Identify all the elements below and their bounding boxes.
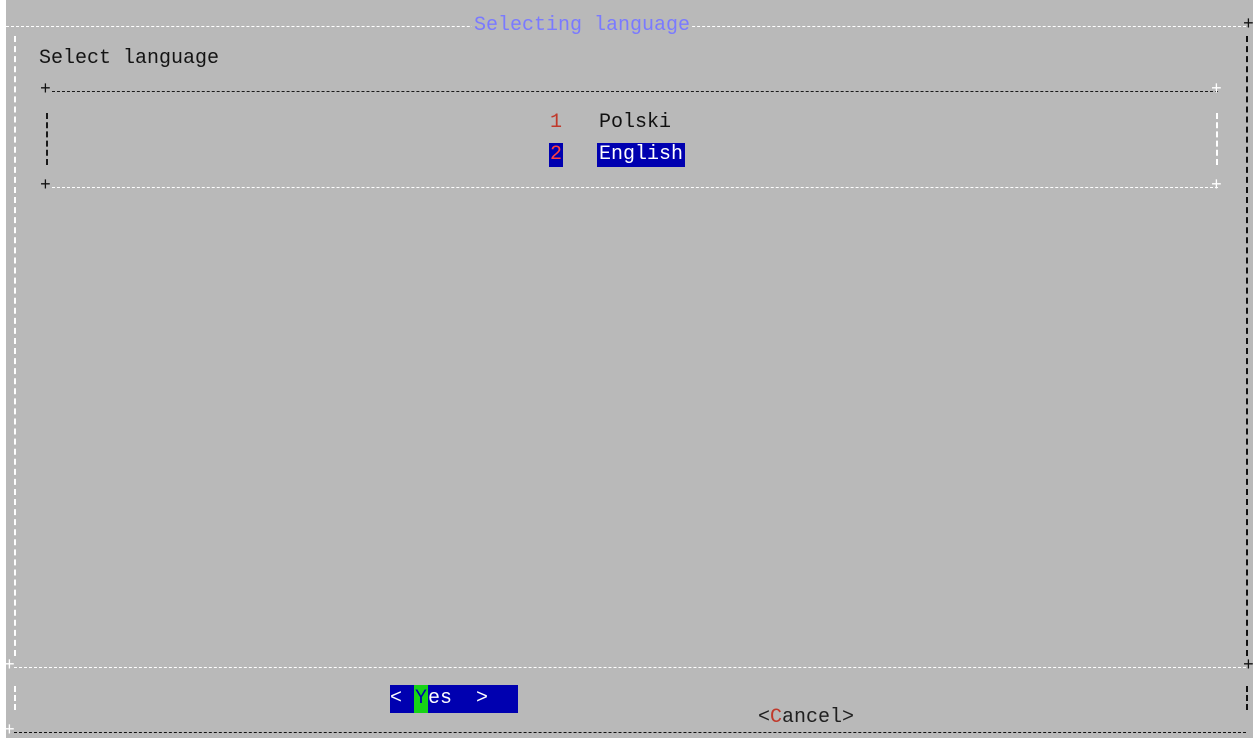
menu-box-left-border	[46, 113, 48, 165]
frame-left-border	[14, 36, 16, 656]
menu-box-corner-bottom-left: +	[40, 176, 51, 196]
yes-button-hotkey: Y	[414, 685, 429, 713]
menu-item-english[interactable]: 2 English	[549, 143, 686, 167]
yes-button[interactable]: < Yes >	[390, 685, 518, 713]
frame-bottom-border	[14, 732, 1246, 733]
cancel-button-rest: ancel>	[782, 706, 855, 729]
dialog-window: + Selecting language Select language + +…	[6, 0, 1253, 738]
menu-box-right-border	[1216, 113, 1218, 165]
cancel-button-left: <	[758, 706, 771, 729]
dialog-title: Selecting language	[472, 14, 693, 37]
cancel-button[interactable]: <Cancel>	[710, 688, 854, 738]
dialog-prompt: Select language	[39, 47, 220, 70]
separator-corner-right: +	[1243, 656, 1253, 676]
menu-item-number: 1	[549, 111, 562, 134]
menu-item-label: English	[597, 143, 686, 167]
frame-corner-bottom-left: +	[6, 721, 15, 738]
button-area-left-border	[14, 686, 16, 710]
yes-button-rest: es >	[428, 687, 489, 710]
menu-box-corner-top-left: +	[40, 80, 51, 100]
menu-box-top-border	[52, 91, 1218, 92]
frame-corner-top-right: +	[1243, 15, 1253, 35]
menu-item-number: 2	[549, 143, 563, 167]
menu-box-bottom-border	[52, 187, 1218, 188]
button-area-right-border	[1246, 686, 1248, 710]
separator-corner-left: +	[6, 656, 15, 676]
yes-button-left: <	[390, 687, 415, 710]
menu-box-corner-bottom-right: +	[1211, 176, 1222, 196]
menu-item-polski[interactable]: 1 Polski	[549, 111, 673, 135]
menu-item-label: Polski	[599, 111, 672, 134]
button-area-separator	[14, 667, 1246, 668]
frame-right-border	[1246, 36, 1248, 656]
cancel-button-hotkey: C	[770, 706, 783, 729]
menu-box-corner-top-right: +	[1211, 80, 1222, 100]
